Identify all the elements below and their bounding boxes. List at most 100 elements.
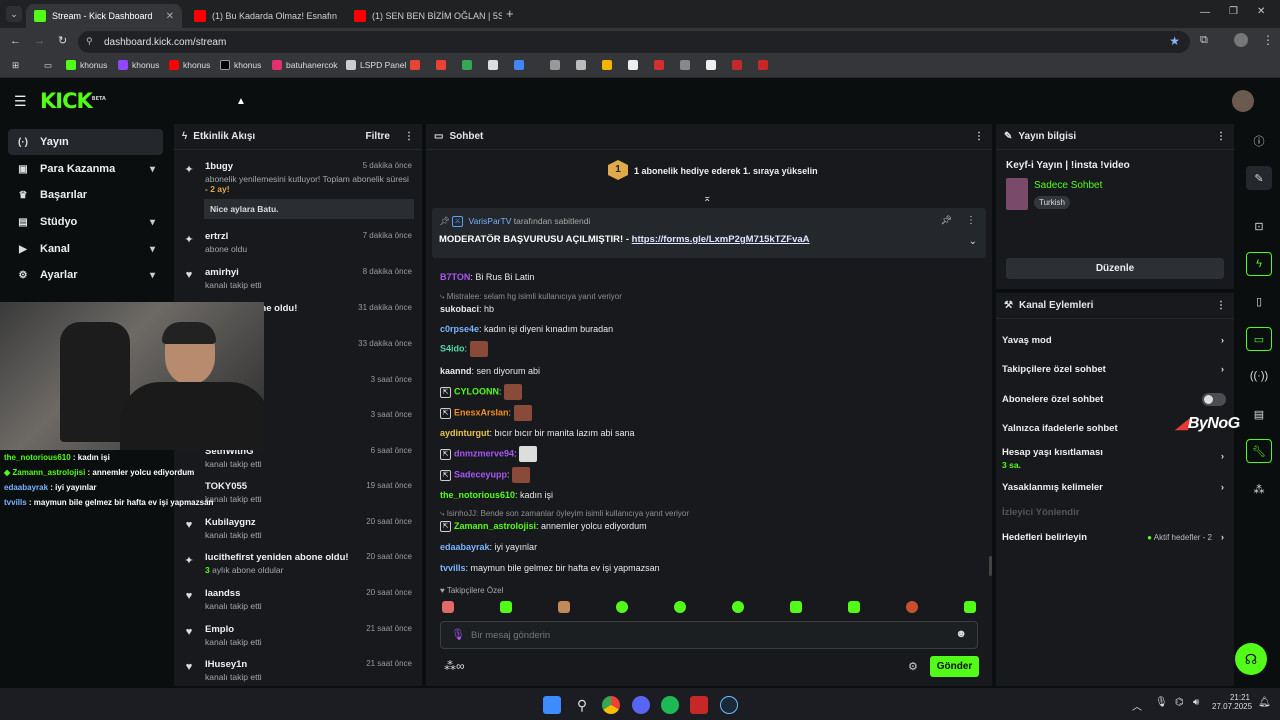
emote-icon[interactable] (558, 601, 570, 613)
quests-icon[interactable]: ⊡ (1246, 214, 1272, 238)
account-age-row[interactable]: Hesap yaşı kısıtlaması 3 sa. › (1002, 447, 1226, 470)
emote-icon[interactable] (674, 601, 686, 613)
bookmark-favicon-icon[interactable] (550, 60, 560, 70)
more-options-icon[interactable]: ⋮ (974, 131, 984, 142)
site-info-icon[interactable]: ⚲ (86, 36, 93, 47)
bookmark-favicon-icon[interactable] (514, 60, 524, 70)
emote-icon[interactable] (848, 601, 860, 613)
wrench-icon[interactable]: 🔧︎ (1246, 439, 1272, 463)
folder-icon[interactable]: ▭ (44, 60, 52, 71)
microphone-icon[interactable]: 🎙︎ (1155, 697, 1168, 708)
more-options-icon[interactable]: ⋮ (404, 131, 414, 142)
bookmark-item[interactable]: LSPD Panel (346, 60, 406, 70)
chat-username[interactable]: c0rpse4e (440, 324, 479, 334)
chat-input[interactable]: 🎙︎ ☻ (440, 621, 978, 649)
gift-leaderboard-banner[interactable]: 1 abonelik hediye ederek 1. sıraya yükse… (634, 166, 818, 176)
chat-username[interactable]: EnesxArslan (454, 407, 509, 417)
reload-icon[interactable]: ↻ (58, 34, 67, 47)
emote-icon[interactable] (732, 601, 744, 613)
new-tab-button[interactable]: + (506, 6, 514, 21)
chat-username[interactable]: tvvills (440, 563, 466, 573)
minimize-window-button[interactable]: — (1200, 7, 1210, 18)
tray-chevron-icon[interactable]: ︿ (1132, 698, 1142, 713)
chat-username[interactable]: Zamann_astrolojisi (454, 521, 536, 531)
browser-menu-icon[interactable]: ⋮ (1262, 33, 1274, 47)
profile-avatar[interactable] (1234, 33, 1248, 47)
steam-icon[interactable] (720, 696, 738, 714)
address-bar[interactable]: ⚲ dashboard.kick.com/stream ★ (78, 31, 1190, 53)
kick-logo[interactable]: KICKBETA (40, 89, 106, 113)
chat-settings-gear-icon[interactable]: ⚙ (908, 660, 918, 673)
chat-username[interactable]: S4ido (440, 343, 465, 353)
chat-username[interactable]: edaabayrak (440, 542, 490, 552)
emote-icon[interactable] (906, 601, 918, 613)
chat-username[interactable]: CYLOONN (454, 386, 499, 396)
emote-icon[interactable] (500, 601, 512, 613)
network-icon[interactable]: ⌬ (1175, 697, 1184, 708)
broadcast-icon[interactable]: ((·)) (1246, 364, 1272, 388)
clock[interactable]: 21:21 27.07.2025 (1212, 693, 1252, 711)
support-headset-icon[interactable]: ☊ (1235, 643, 1267, 675)
followers-only-row[interactable]: Takipçilere özel sohbet › (1002, 364, 1226, 375)
chat-scrollbar[interactable] (989, 556, 992, 576)
bookmark-favicon-icon[interactable] (758, 60, 768, 70)
sidebar-item-ayarlar[interactable]: ⚙ Ayarlar ▾ (8, 262, 163, 288)
more-options-icon[interactable]: ⋮ (1216, 131, 1226, 142)
unpin-icon[interactable]: 📌︎ (941, 215, 952, 226)
emote-icon[interactable] (790, 601, 802, 613)
slow-mode-row[interactable]: Yavaş mod › (1002, 335, 1226, 346)
extensions-icon[interactable]: ⧉ (1200, 34, 1208, 47)
forward-arrow-icon[interactable]: → (34, 35, 45, 47)
app-icon[interactable] (690, 696, 708, 714)
tab-search-button[interactable]: ⌄ (6, 6, 22, 22)
chat-username[interactable]: dnmzmerve94 (454, 448, 514, 458)
pinned-by-user[interactable]: VarisParTV (469, 216, 512, 226)
send-button[interactable]: Gönder (930, 656, 979, 677)
bookmark-item[interactable]: khonus (118, 60, 159, 70)
chat-username[interactable]: the_notorious610 (440, 490, 515, 500)
bookmark-item[interactable]: khonus (66, 60, 107, 70)
edit-button[interactable]: Düzenle (1006, 258, 1224, 279)
emoji-icon[interactable]: ☻ (955, 628, 967, 640)
emote-icon[interactable] (616, 601, 628, 613)
layout-icon[interactable]: ▤ (1246, 402, 1272, 426)
tab-youtube-2[interactable]: (1) SEN BEN BİZİM OĞLAN | 5S ✕ (346, 4, 502, 28)
category-link[interactable]: Sadece Sohbet (1034, 180, 1102, 191)
sidebar-item-para-kazanma[interactable]: ▣ Para Kazanma ▾ (8, 156, 163, 182)
bookmark-favicon-icon[interactable] (576, 60, 586, 70)
chat-reply-context[interactable]: ⤷ IsinhoJJ: Bende son zamanlar öyleyim i… (440, 509, 689, 519)
chrome-icon[interactable] (602, 696, 620, 714)
microphone-icon[interactable]: 🎙︎ (451, 628, 465, 641)
bookmark-star-icon[interactable]: ★ (1169, 34, 1180, 48)
sidebar-item-kanal[interactable]: ▶ Kanal ▾ (8, 236, 163, 262)
search-icon[interactable]: ⚲ (573, 696, 591, 714)
bookmark-favicon-icon[interactable] (680, 60, 690, 70)
gmail-favicon-icon[interactable] (436, 60, 446, 70)
lightning-icon[interactable]: ϟ (1246, 252, 1272, 276)
info-icon[interactable]: ⓘ (1246, 129, 1272, 153)
notifications-icon[interactable]: 🔔︎ (1258, 697, 1271, 708)
chat-reply-context[interactable]: ⤷ Mistralee: selam hg isimli kullanıcıya… (440, 292, 622, 302)
chat-bubble-icon[interactable]: ▭ (1246, 327, 1272, 351)
spotify-icon[interactable] (661, 696, 679, 714)
pencil-icon[interactable]: ✎ (1246, 166, 1272, 190)
document-icon[interactable]: ▯ (1246, 289, 1272, 313)
bookmark-item[interactable]: batuhanercok (272, 60, 338, 70)
chat-username[interactable]: kaannd (440, 366, 472, 376)
more-options-icon[interactable]: ⋮ (966, 215, 976, 226)
bookmark-favicon-icon[interactable] (732, 60, 742, 70)
subscribers-only-toggle[interactable] (1202, 393, 1226, 406)
chat-username[interactable]: aydinturgut (440, 428, 490, 438)
bookmark-favicon-icon[interactable] (654, 60, 664, 70)
more-options-icon[interactable]: ⋮ (1216, 300, 1226, 311)
sidebar-item-basarilar[interactable]: ♛ Başarılar (8, 182, 163, 208)
tab-youtube-1[interactable]: (1) Bu Kadarda Olmaz! Esnafın ✕ (186, 4, 342, 28)
back-arrow-icon[interactable]: ← (10, 35, 21, 47)
maximize-window-button[interactable]: ❐ (1229, 6, 1238, 17)
banned-words-row[interactable]: Yasaklanmış kelimeler › (1002, 482, 1226, 493)
close-tab-icon[interactable]: ✕ (160, 11, 174, 22)
kick-points-icon[interactable]: ⁂∞ (444, 659, 465, 673)
chat-username[interactable]: B7TON (440, 272, 470, 282)
emote-icon[interactable] (964, 601, 976, 613)
close-window-button[interactable]: ✕ (1257, 6, 1265, 17)
